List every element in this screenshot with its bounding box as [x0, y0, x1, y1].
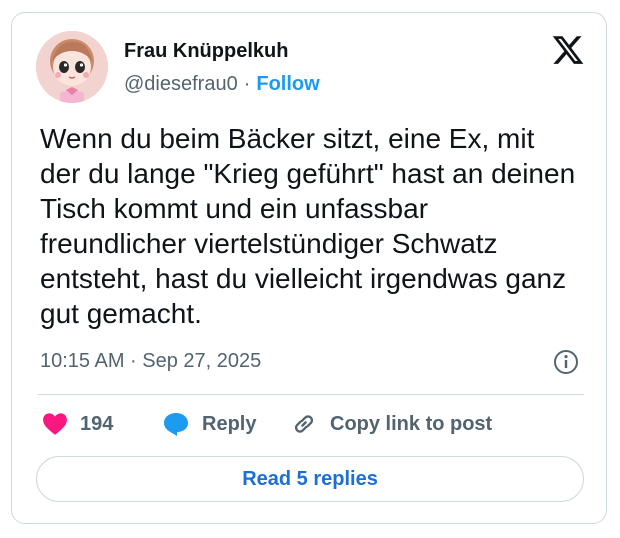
- author-handle-row: @diesefrau0 · Follow: [124, 71, 320, 97]
- author-handle[interactable]: @diesefrau0: [124, 73, 238, 95]
- read-replies-button[interactable]: Read 5 replies: [36, 456, 584, 502]
- handle-separator: ·: [243, 73, 251, 95]
- like-count: 194: [80, 412, 114, 435]
- link-icon: [294, 415, 314, 433]
- copy-link-label: Copy link to post: [330, 412, 493, 435]
- x-logo-icon[interactable]: [551, 33, 585, 67]
- reply-label: Reply: [202, 412, 257, 435]
- speech-bubble-icon: [164, 413, 188, 436]
- avatar-image: [36, 31, 108, 103]
- avatar[interactable]: [36, 31, 108, 103]
- tweet-text: Wenn du beim Bäcker sitzt, eine Ex, mit …: [40, 123, 576, 329]
- follow-button[interactable]: Follow: [256, 73, 319, 95]
- author-name[interactable]: Frau Knüppelkuh: [124, 39, 288, 63]
- like-button[interactable]: 194: [42, 409, 113, 439]
- info-icon[interactable]: [553, 349, 579, 375]
- read-replies-label: Read 5 replies: [242, 467, 378, 490]
- heart-icon: [43, 413, 67, 435]
- tweet-card: Frau Knüppelkuh @diesefrau0 · Follow Wenn …: [11, 12, 607, 524]
- divider: [38, 394, 584, 395]
- tweet-timestamp[interactable]: 10:15 AM · Sep 27, 2025: [40, 349, 261, 373]
- reply-button[interactable]: Reply: [162, 409, 256, 439]
- copy-link-button[interactable]: Copy link to post: [290, 409, 492, 439]
